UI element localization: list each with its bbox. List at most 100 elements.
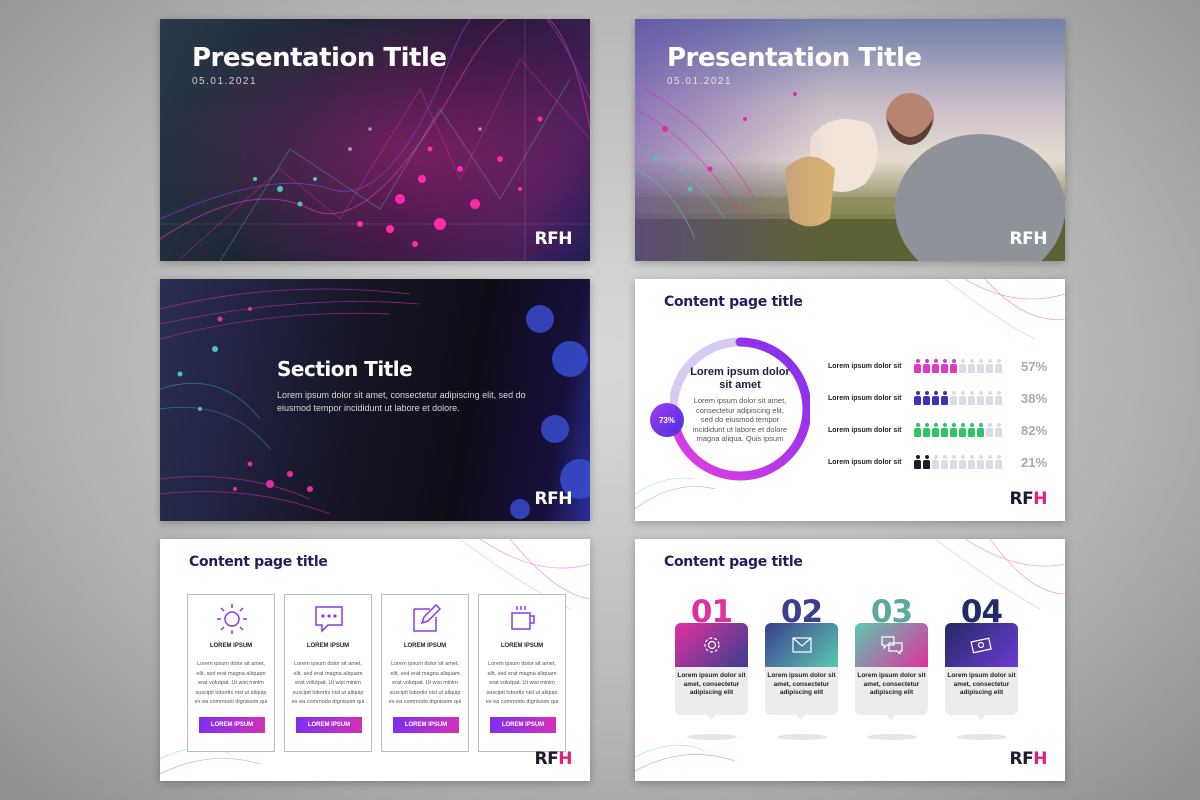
slide-title-photo[interactable]: Presentation Title 05.01.2021 RFH [635,19,1065,261]
stat-label: Lorem ipsum dolor sit [828,362,902,370]
person-icon [941,455,948,469]
presentation-date: 05.01.2021 [667,76,733,87]
section-body: Lorem ipsum dolor sit amet, consectetur … [277,390,526,413]
chat-bubble-icon [315,606,343,633]
slide-stats[interactable]: Content page title Lorem ipsum dolor sit… [635,279,1065,521]
slide-cards[interactable]: Content page title LOREM IPSUM Lorem ips… [160,539,590,781]
donut-percent-badge: 73% [650,403,684,437]
person-icon [950,359,957,373]
person-icon [950,423,957,437]
person-icon [959,455,966,469]
person-icon [977,455,984,469]
person-icon [995,423,1002,437]
stat-row: Lorem ipsum dolor sit 82% [828,420,1053,440]
person-icon [995,455,1002,469]
stat-label: Lorem ipsum dolor sit [828,426,902,434]
card-body: Lorem ipsum dolor sit amet, elit, sed er… [485,661,559,705]
stat-row: Lorem ipsum dolor sit 57% [828,356,1053,376]
step-shadow [777,734,827,740]
step-pointer [885,713,897,720]
person-icon [968,455,975,469]
person-icon [914,359,921,373]
people-icons [914,391,1014,405]
content-title: Content page title [664,294,803,310]
person-icon [932,455,939,469]
presentation-title: Presentation Title [667,43,922,73]
card-heading: LOREM IPSUM [500,643,544,649]
person-icon [986,359,993,373]
person-icon [923,423,930,437]
person-icon [941,423,948,437]
person-icon [968,423,975,437]
step-icon-box [765,623,838,667]
person-icon [950,391,957,405]
presentation-title: Presentation Title [192,43,447,73]
card-button[interactable]: LOREM IPSUM [296,717,362,733]
chat-bubbles-icon [880,636,903,654]
step-text: Lorem ipsum dolor sit amet, consectetur … [675,667,748,715]
content-title: Content page title [189,554,328,570]
card-heading: LOREM IPSUM [403,643,447,649]
card-body: Lorem ipsum dolor sit amet, elit, sed er… [388,661,462,705]
slide-title-abstract[interactable]: Presentation Title 05.01.2021 RFH [160,19,590,261]
step-item: 04 Lorem ipsum dolor sit amet, consectet… [945,594,1018,740]
donut-text: Lorem ipsum dolor sit amet Lorem ipsum d… [690,366,790,444]
rfh-logo: RFH [534,229,573,249]
person-icon [995,391,1002,405]
card-button[interactable]: LOREM IPSUM [490,717,556,733]
stat-row: Lorem ipsum dolor sit 21% [828,452,1053,472]
person-icon [923,359,930,373]
card-body: Lorem ipsum dolor sit amet, elit, sed er… [194,661,268,705]
slide-steps[interactable]: Content page title 01 Lorem ipsum dolor … [635,539,1065,781]
card-button[interactable]: LOREM IPSUM [393,717,459,733]
step-icon-box [855,623,928,667]
envelope-icon [791,637,812,653]
person-icon [968,391,975,405]
person-icon [986,391,993,405]
person-icon [914,391,921,405]
step-icon-box [675,623,748,667]
rfh-logo: RFH [534,749,573,769]
gear-icon [703,637,720,653]
card-heading: LOREM IPSUM [209,643,253,649]
person-icon [941,359,948,373]
person-icon [977,359,984,373]
person-icon [986,455,993,469]
step-text: Lorem ipsum dolor sit amet, consectetur … [765,667,838,715]
step-shadow [957,734,1007,740]
person-icon [959,359,966,373]
stat-value: 82% [1021,422,1048,438]
card-body: Lorem ipsum dolor sit amet, elit, sed er… [291,661,365,705]
step-item: 03 Lorem ipsum dolor sit amet, consectet… [855,594,928,740]
person-icon [977,423,984,437]
stat-value: 57% [1021,358,1048,374]
step-pointer [975,713,987,720]
step-shadow [687,734,737,740]
sun-icon [217,604,247,634]
stat-value: 38% [1021,390,1048,406]
person-icon [959,391,966,405]
step-text: Lorem ipsum dolor sit amet, consectetur … [945,667,1018,715]
slide-section[interactable]: Section Title Lorem ipsum dolor sit amet… [160,279,590,521]
feature-card: LOREM IPSUM Lorem ipsum dolor sit amet, … [478,594,566,752]
person-icon [932,391,939,405]
feature-card: LOREM IPSUM Lorem ipsum dolor sit amet, … [381,594,469,752]
people-icons [914,359,1014,373]
rfh-logo: RFH [534,489,573,509]
step-pointer [795,713,807,720]
donut-heading: Lorem ipsum dolor sit amet [690,366,790,391]
content-title: Content page title [664,554,803,570]
card-button[interactable]: LOREM IPSUM [199,717,265,733]
person-icon [941,391,948,405]
money-icon [969,637,992,654]
section-title: Section Title [277,357,413,381]
person-icon [950,455,957,469]
people-icons [914,423,1014,437]
stat-row: Lorem ipsum dolor sit 38% [828,388,1053,408]
step-icon-box [945,623,1018,667]
person-icon [959,423,966,437]
edit-icon [413,603,442,632]
person-icon [986,423,993,437]
rfh-logo: RFH [1009,229,1048,249]
person-icon [914,455,921,469]
